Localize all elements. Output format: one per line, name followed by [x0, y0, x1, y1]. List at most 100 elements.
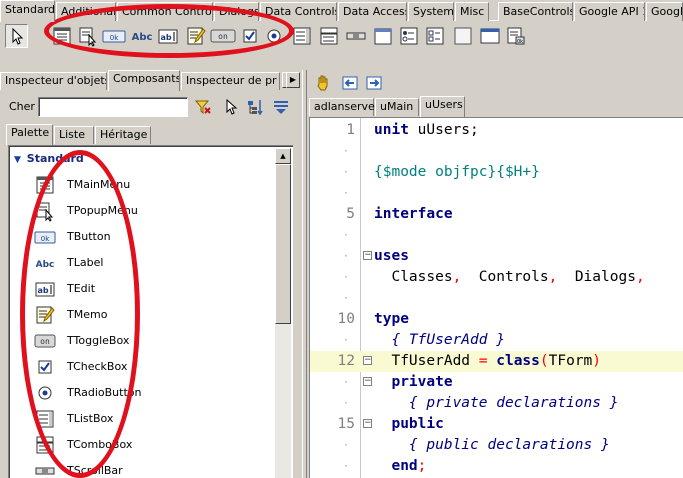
code-line[interactable]: · end;	[310, 456, 683, 477]
tab-standard[interactable]: Standard	[0, 0, 55, 22]
source-editor[interactable]: 1 unit uUsers; · · {$mode objfpc}{$H+} · 5 inte…	[309, 117, 683, 478]
togglebox-tool-button[interactable]: on	[210, 25, 236, 47]
list-item-tbutton[interactable]: 0k TButton	[34, 226, 274, 248]
code-line[interactable]: ·	[310, 225, 683, 246]
list-item-tedit[interactable]: ab TEdit	[34, 278, 274, 300]
tab-google[interactable]: Google	[646, 2, 683, 21]
tab-additional[interactable]: Additional	[56, 2, 116, 21]
jump-back-button[interactable]	[339, 72, 361, 94]
tab-google-api-1[interactable]: Google API 1	[574, 2, 645, 21]
tab-data-access[interactable]: Data Access	[338, 2, 407, 21]
code-line[interactable]: 10 type	[310, 309, 683, 330]
code-line[interactable]: 15− public	[310, 414, 683, 435]
code-line[interactable]: · − uses	[310, 246, 683, 267]
list-options-button[interactable]	[272, 98, 290, 116]
panel-splitter[interactable]	[302, 70, 307, 478]
scroll-thumb[interactable]	[275, 164, 291, 324]
fold-toggle-icon[interactable]: −	[363, 377, 372, 386]
code-line[interactable]: 5 interface	[310, 204, 683, 225]
tab-system[interactable]: System	[408, 2, 454, 21]
fold-toggle-icon[interactable]: −	[363, 419, 372, 428]
tab-components[interactable]: Composants	[108, 70, 180, 91]
list-item-ttogglebox[interactable]: on TToggleBox	[34, 330, 274, 352]
tab-common-controls[interactable]: Common Controls	[117, 2, 213, 21]
checkbox-tool-button[interactable]	[239, 25, 261, 47]
panel-tool-button[interactable]	[452, 25, 474, 47]
tab-dialogs[interactable]: Dialogs	[214, 2, 259, 21]
tab-data-controls[interactable]: Data Controls	[260, 2, 337, 21]
mainmenu-tool-button[interactable]	[51, 25, 73, 47]
group-header-standard[interactable]: ▼ Standard	[14, 152, 84, 165]
tab-uusers[interactable]: uUsers	[420, 96, 465, 117]
list-item-tlabel[interactable]: Abc TLabel	[34, 252, 274, 274]
groupbox-tool-button[interactable]	[372, 25, 394, 47]
memo-icon	[187, 27, 206, 45]
code-line[interactable]: · Classes, Controls, Dialogs,	[310, 267, 683, 288]
component-search-input[interactable]	[38, 97, 188, 117]
fold-toggle-icon[interactable]: −	[363, 356, 372, 365]
list-item-tpopupmenu[interactable]: TPopupMenu	[34, 200, 274, 222]
sort-order-button[interactable]	[246, 98, 264, 116]
code-line[interactable]: · − private	[310, 372, 683, 393]
tab-umain[interactable]: uMain	[375, 98, 419, 116]
scroll-up-button[interactable]: ▲	[275, 148, 291, 164]
code-line[interactable]: 12− TfUserAdd = class(TForm)	[310, 351, 683, 372]
edit-tool-button[interactable]: ab	[157, 25, 179, 47]
code-token: { TfUserAdd }	[374, 332, 505, 348]
button-tool-button[interactable]: 0k	[102, 25, 126, 47]
list-item-tmemo[interactable]: TMemo	[34, 304, 274, 326]
fold-toggle-icon[interactable]: −	[363, 251, 372, 260]
tab-palette[interactable]: Palette	[6, 124, 53, 145]
actionlist-tool-button[interactable]: 0k	[505, 25, 527, 47]
code-line[interactable]: ·	[310, 141, 683, 162]
tab-misc[interactable]: Misc	[455, 2, 489, 21]
list-item-tscrollbar[interactable]: TScrollBar	[34, 460, 274, 478]
list-item-tmainmenu[interactable]: TMainMenu	[34, 174, 274, 196]
list-item-tcheckbox[interactable]: TCheckBox	[34, 356, 274, 378]
frame-tool-button[interactable]	[479, 25, 501, 47]
memo-tool-button[interactable]	[185, 25, 207, 47]
radiogroup-tool-button[interactable]	[398, 25, 420, 47]
clear-filter-button[interactable]	[194, 98, 212, 116]
selection-pointer-button[interactable]	[5, 24, 28, 48]
tab-basecontrols[interactable]: BaseControls	[498, 2, 573, 21]
combobox-tool-button[interactable]	[318, 25, 340, 47]
svg-text:0k: 0k	[517, 39, 523, 45]
groupbox-icon	[374, 28, 392, 45]
code-token: interface	[374, 206, 453, 222]
code-line[interactable]: · { TfUserAdd }	[310, 330, 683, 351]
memo-icon	[34, 304, 56, 326]
scrollbar-tool-button[interactable]	[345, 25, 367, 47]
code-line[interactable]: 1 unit uUsers;	[310, 120, 683, 141]
code-line[interactable]: ·	[310, 288, 683, 309]
code-line[interactable]: · {$mode objfpc}{$H+}	[310, 162, 683, 183]
jump-forward-button[interactable]	[363, 72, 385, 94]
tab-inheritance[interactable]: Héritage	[95, 126, 151, 144]
list-item-tradiobutton[interactable]: TRadioButton	[34, 382, 274, 404]
code-line[interactable]: ·	[310, 183, 683, 204]
tab-adlanserver[interactable]: adlanserver	[309, 98, 379, 116]
popupmenu-tool-button[interactable]	[77, 25, 99, 47]
checkgroup-tool-button[interactable]	[424, 25, 446, 47]
select-pointer-button[interactable]	[222, 98, 240, 116]
tab-object-inspector[interactable]: Inspecteur d'objets	[0, 72, 107, 90]
line-number: ·	[342, 335, 349, 346]
code-text: { public declarations }	[374, 435, 610, 456]
listbox-icon	[293, 27, 311, 45]
tab-scroll-right-button[interactable]: ▶	[286, 72, 300, 88]
tab-list[interactable]: Liste	[54, 126, 94, 144]
list-item-tlistbox[interactable]: TListBox	[34, 408, 274, 430]
listbox-tool-button[interactable]	[291, 25, 313, 47]
code-token: { private declarations }	[374, 395, 619, 411]
radiobutton-tool-button[interactable]	[263, 25, 285, 47]
code-token: TfUserAdd	[374, 353, 479, 369]
list-item-tcombobox[interactable]: TComboBox	[34, 434, 274, 456]
components-view-tabs: Palette Liste Héritage	[6, 124, 306, 145]
label-tool-button[interactable]: Abc	[130, 25, 154, 47]
togglebox-icon: on	[34, 330, 56, 352]
component-list-scrollbar[interactable]: ▲	[275, 148, 291, 478]
code-line[interactable]: · { public declarations }	[310, 435, 683, 456]
tab-project-inspector[interactable]: Inspecteur de pr	[181, 72, 280, 90]
pin-button[interactable]	[313, 72, 335, 94]
code-line[interactable]: · { private declarations }	[310, 393, 683, 414]
